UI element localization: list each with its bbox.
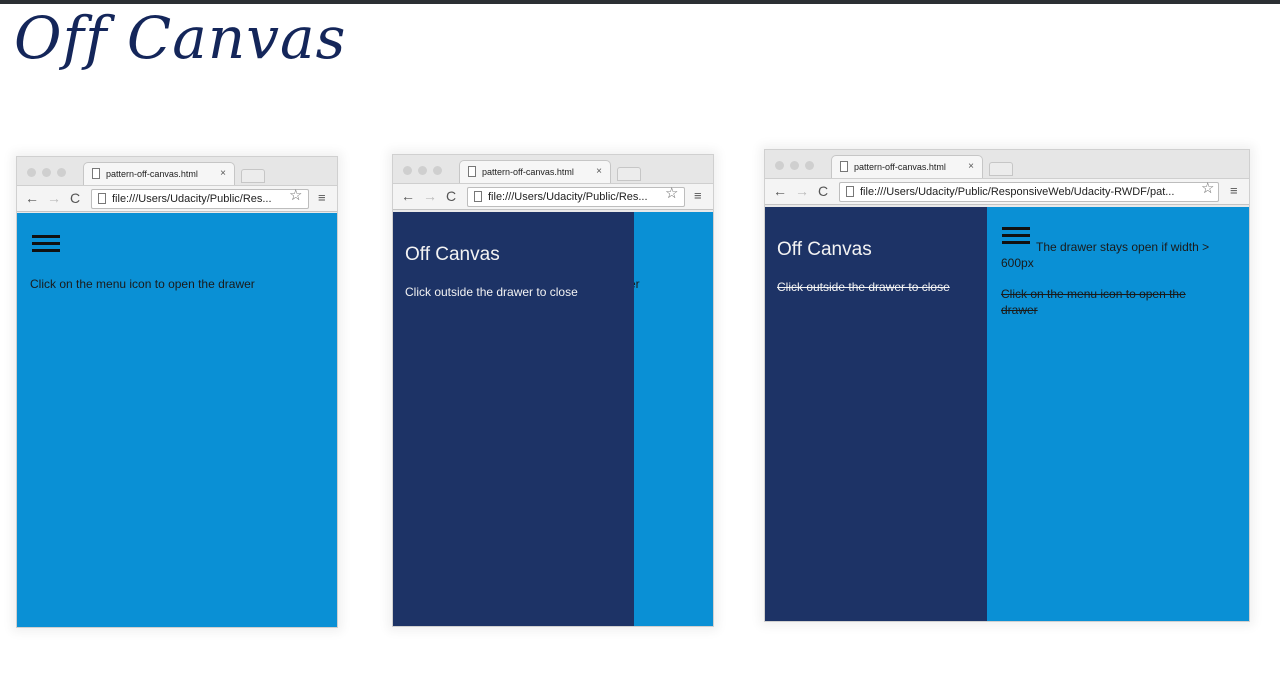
close-tab-icon[interactable]: × [220,163,226,185]
page-viewport: Off Canvas Click outside the drawer to c… [765,207,1249,621]
drawer-title: Off Canvas [777,239,872,260]
document-icon [840,161,848,172]
window-zoom-dot[interactable] [57,168,66,177]
tab-strip: pattern-off-canvas.html × [765,150,1249,178]
bookmark-star-icon[interactable]: ☆ [289,188,302,204]
nav-drawer[interactable]: Off Canvas Click outside the drawer to c… [765,207,987,621]
page-icon [474,191,482,202]
drawer-instruction: Click outside the drawer to close [405,285,578,299]
browser-window-wide: pattern-off-canvas.html × ← → C file:///… [764,149,1250,622]
nav-drawer[interactable]: Off Canvas Click outside the drawer to c… [393,212,634,626]
browser-menu-icon[interactable]: ≡ [1230,182,1238,200]
document-icon [92,168,100,179]
url-text: file:///Users/Udacity/Public/Res... [112,193,272,205]
close-tab-icon[interactable]: × [596,161,602,183]
new-tab-button[interactable] [989,162,1013,176]
browser-toolbar: ← → C file:///Users/Udacity/Public/Respo… [765,178,1249,205]
bookmark-star-icon[interactable]: ☆ [1201,181,1214,197]
page-icon [846,186,854,197]
back-icon[interactable]: ← [773,183,787,200]
reload-icon[interactable]: C [70,190,80,207]
url-text: file:///Users/Udacity/Public/Res... [488,191,648,203]
tab-title: pattern-off-canvas.html [482,167,574,177]
window-minimize-dot[interactable] [42,168,51,177]
new-tab-button[interactable] [241,169,265,183]
back-icon[interactable]: ← [25,190,39,207]
address-bar[interactable]: file:///Users/Udacity/Public/ResponsiveW… [839,182,1219,202]
page-viewport: Click on the menu icon to open the drawe… [17,213,337,627]
instruction-text: Click on the menu icon to open the drawe… [1001,287,1186,317]
window-minimize-dot[interactable] [790,161,799,170]
tab-title: pattern-off-canvas.html [106,169,198,179]
window-close-dot[interactable] [403,166,412,175]
window-zoom-dot[interactable] [433,166,442,175]
tab-strip: pattern-off-canvas.html × [393,155,713,183]
browser-toolbar: ← → C file:///Users/Udacity/Public/Res..… [393,183,713,210]
browser-tab[interactable]: pattern-off-canvas.html × [831,155,983,178]
bookmark-star-icon[interactable]: ☆ [665,186,678,202]
page-icon [98,193,106,204]
tab-title: pattern-off-canvas.html [854,162,946,172]
page-title: Off Canvas [14,4,347,72]
url-text: file:///Users/Udacity/Public/ResponsiveW… [860,186,1175,198]
document-icon [468,166,476,177]
address-bar[interactable]: file:///Users/Udacity/Public/Res... [91,189,309,209]
new-tab-button[interactable] [617,167,641,181]
browser-menu-icon[interactable]: ≡ [318,189,326,207]
back-icon[interactable]: ← [401,188,415,205]
close-tab-icon[interactable]: × [968,156,974,178]
address-bar[interactable]: file:///Users/Udacity/Public/Res... [467,187,685,207]
window-zoom-dot[interactable] [805,161,814,170]
forward-icon[interactable]: → [423,188,437,205]
browser-window-closed: pattern-off-canvas.html × ← → C file:///… [16,156,338,628]
browser-tab[interactable]: pattern-off-canvas.html × [83,162,235,185]
drawer-title: Off Canvas [405,244,500,265]
forward-icon[interactable]: → [47,190,61,207]
browser-window-drawer-open: pattern-off-canvas.html × ← → C file:///… [392,154,714,627]
page-viewport: er Off Canvas Click outside the drawer t… [393,212,713,626]
instruction-text: Click on the menu icon to open the drawe… [30,277,255,291]
browser-tab[interactable]: pattern-off-canvas.html × [459,160,611,183]
tab-strip: pattern-off-canvas.html × [17,157,337,185]
forward-icon[interactable]: → [795,183,809,200]
drawer-stays-open-text: The drawer stays open if width > 600px [1001,240,1210,270]
browser-menu-icon[interactable]: ≡ [694,187,702,205]
reload-icon[interactable]: C [818,183,828,200]
browser-toolbar: ← → C file:///Users/Udacity/Public/Res..… [17,185,337,212]
window-minimize-dot[interactable] [418,166,427,175]
drawer-instruction: Click outside the drawer to close [777,280,950,294]
window-close-dot[interactable] [27,168,36,177]
window-close-dot[interactable] [775,161,784,170]
reload-icon[interactable]: C [446,188,456,205]
hamburger-menu-icon[interactable] [32,235,60,253]
